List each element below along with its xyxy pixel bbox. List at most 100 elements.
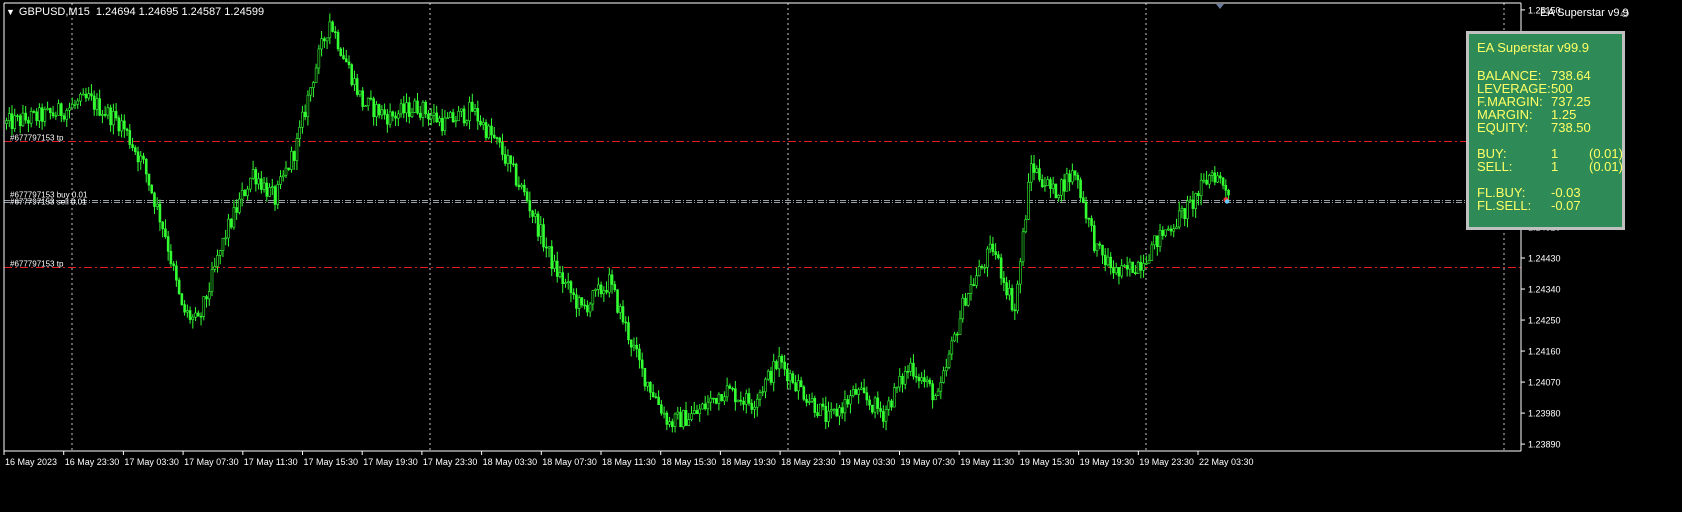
candle-body (210, 269, 214, 292)
chart-area[interactable]: #677797153 tp #677797153 buy 0.01 #6777971… (0, 0, 1682, 507)
candle-body (1032, 163, 1036, 173)
candle-body (1005, 282, 1008, 296)
candle-body (753, 406, 756, 410)
candle-body (635, 344, 639, 350)
candle-body (725, 385, 729, 398)
candle-body (895, 386, 899, 389)
candle-body (607, 274, 611, 293)
candle-body (687, 419, 691, 426)
candle-body (432, 112, 436, 116)
candle-body (1098, 243, 1102, 246)
candle-body (405, 102, 408, 114)
chart-shift-icon[interactable] (1216, 4, 1224, 9)
candle-body (123, 120, 126, 130)
candle-body (1186, 200, 1189, 220)
candle-body (229, 218, 233, 228)
candle-body (953, 333, 956, 342)
candle-body (1084, 201, 1088, 219)
candle-body (597, 284, 600, 290)
candle-body (273, 186, 277, 205)
candle-body (651, 392, 655, 397)
equity-value: 738.50 (1551, 120, 1591, 135)
candle-body (213, 266, 217, 270)
candle-body (610, 274, 614, 285)
candle-body (1016, 283, 1019, 312)
symbol-timeframe: GBPUSD,M15 (18, 6, 90, 18)
candle-body (542, 224, 545, 248)
candle-body (813, 398, 817, 413)
candle-body (1131, 261, 1134, 273)
candle-body (783, 361, 786, 370)
candle-body (70, 103, 74, 109)
candle-body (281, 174, 285, 178)
candle-body (353, 78, 356, 85)
y-tick-label: 1.24070 (1528, 378, 1561, 388)
dropdown-arrow-icon[interactable]: ▼ (6, 7, 15, 17)
candle-body (295, 138, 299, 161)
candle-body (747, 393, 751, 404)
candle-body (668, 421, 671, 425)
candle-body (1183, 208, 1186, 220)
candle-body (54, 115, 58, 117)
candle-body (665, 412, 669, 425)
ea-info-panel: EA Superstar v99.9 BALANCE: 738.64 LEVER… (1466, 31, 1625, 230)
candle-body (566, 281, 570, 283)
candle-body (936, 390, 940, 397)
candle-body (366, 97, 370, 107)
candle-body (728, 385, 732, 389)
x-tick-label: 19 May 19:30 (1080, 457, 1135, 467)
candle-body (51, 112, 55, 117)
candle-body (613, 284, 617, 291)
candle-body (158, 203, 162, 223)
candle-body (558, 272, 562, 277)
candle-body (1024, 219, 1028, 233)
candle-body (1092, 225, 1096, 251)
candle-body (333, 31, 337, 33)
candle-body (903, 370, 907, 385)
x-tick-label: 18 May 07:30 (542, 457, 597, 467)
candle-body (1029, 163, 1033, 183)
candle-body (24, 112, 27, 121)
candle-body (279, 176, 282, 185)
candle-body (147, 173, 151, 186)
candle-body (317, 48, 321, 69)
candle-body (887, 400, 891, 410)
x-tick-label: 16 May 2023 (5, 457, 57, 467)
candle-body (1169, 228, 1173, 232)
candle-body (155, 203, 159, 207)
candle-body (843, 399, 847, 414)
smiley-icon[interactable]: ☺ (1619, 6, 1631, 20)
candle-body (939, 382, 943, 392)
candle-body (555, 260, 559, 277)
candle-body (999, 257, 1003, 279)
candle-body (624, 321, 628, 324)
candle-body (339, 48, 343, 56)
candle-body (81, 93, 85, 96)
candle-body (309, 87, 312, 96)
candle-body (460, 108, 463, 112)
candle-body (386, 114, 389, 125)
x-tick-label: 16 May 23:30 (65, 457, 120, 467)
candle-body (57, 103, 60, 116)
candle-body (1071, 170, 1074, 183)
candles (5, 13, 1230, 433)
candle-body (246, 188, 249, 196)
candle-body (520, 184, 523, 188)
equity-label: EQUITY: (1477, 120, 1529, 135)
candle-body (166, 236, 170, 252)
x-tick-label: 18 May 03:30 (483, 457, 538, 467)
candle-body (1150, 244, 1154, 261)
panel-title: EA Superstar v99.9 (1477, 40, 1590, 55)
candle-body (575, 294, 578, 309)
candle-body (1018, 261, 1022, 285)
candle-body (194, 312, 197, 318)
candle-body (506, 155, 510, 164)
candle-body (114, 111, 118, 119)
candle-body (621, 306, 625, 323)
price-chart[interactable]: #677797153 tp#677797153 buy 0.01#6777971… (0, 0, 1682, 507)
candle-body (1046, 179, 1049, 186)
candle-body (205, 296, 208, 300)
candle-body (588, 303, 592, 313)
candle-body (761, 391, 765, 394)
candle-body (523, 184, 526, 193)
